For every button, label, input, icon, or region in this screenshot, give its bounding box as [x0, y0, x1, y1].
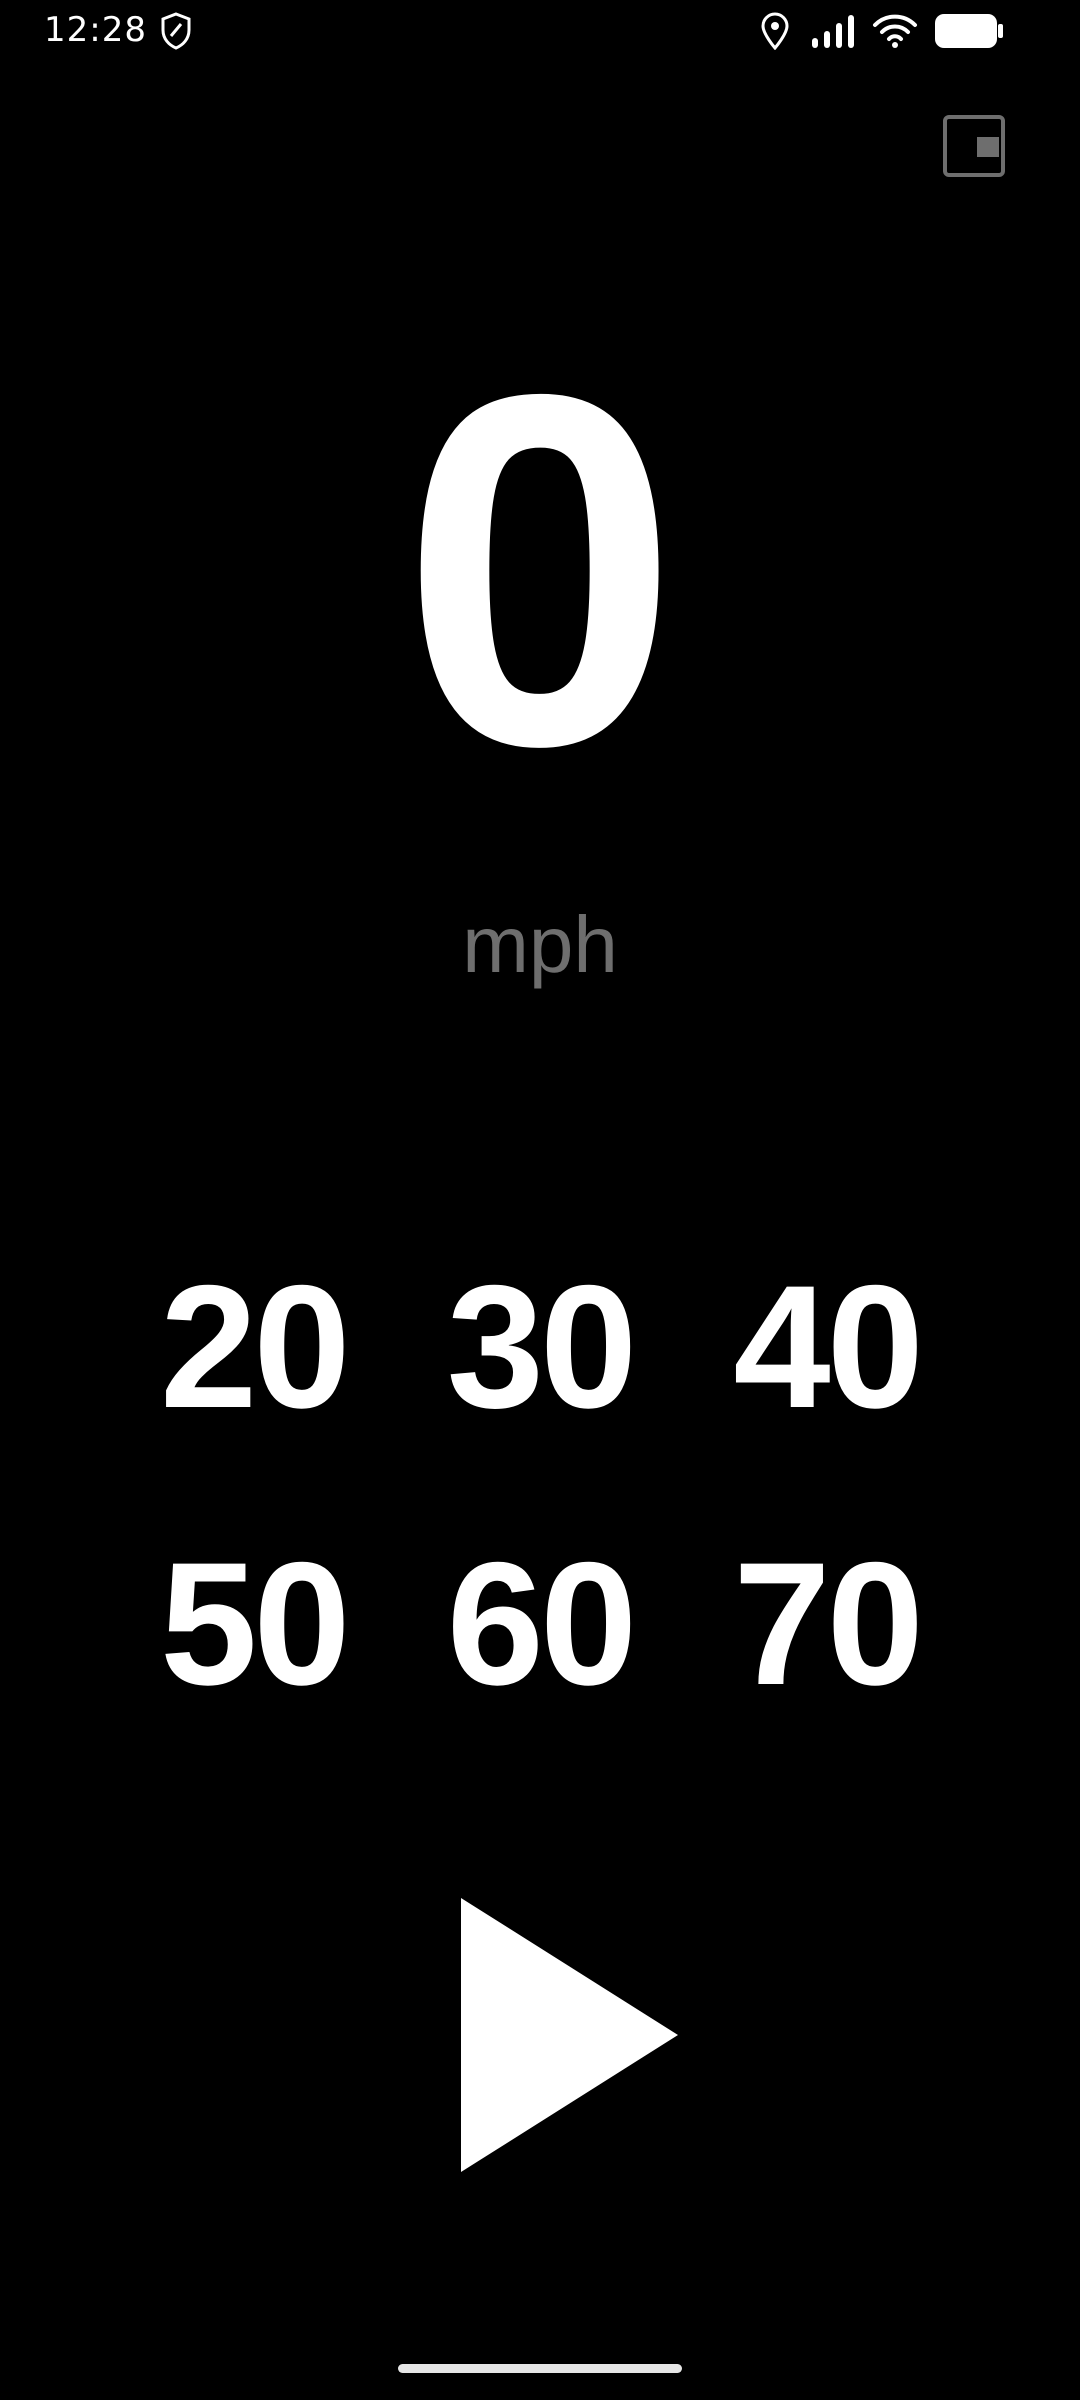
speed-unit: mph: [462, 900, 618, 989]
preset-60-button[interactable]: 60: [397, 1537, 684, 1712]
wifi-icon: [872, 14, 918, 53]
picture-in-picture-icon: [943, 115, 1005, 177]
preset-40-button[interactable]: 40: [683, 1260, 970, 1435]
play-button[interactable]: [460, 1895, 680, 2175]
signal-icon: [810, 14, 856, 53]
battery-icon: [934, 13, 1004, 54]
status-bar: 12:28: [0, 0, 1080, 64]
pip-button[interactable]: [943, 115, 1005, 177]
speedometer-screen: 12:28 0 mph 20 30 40 50 60 70: [0, 0, 1080, 2400]
current-speed: 0: [400, 290, 680, 849]
status-time: 12:28: [44, 10, 147, 50]
preset-30-button[interactable]: 30: [397, 1260, 684, 1435]
shield-icon: [160, 12, 192, 55]
play-icon: [461, 1898, 678, 2172]
preset-70-button[interactable]: 70: [683, 1537, 970, 1712]
location-icon: [760, 12, 790, 55]
preset-50-button[interactable]: 50: [110, 1537, 397, 1712]
speed-preset-grid: 20 30 40 50 60 70: [110, 1260, 970, 1712]
home-indicator[interactable]: [398, 2364, 682, 2373]
preset-20-button[interactable]: 20: [110, 1260, 397, 1435]
